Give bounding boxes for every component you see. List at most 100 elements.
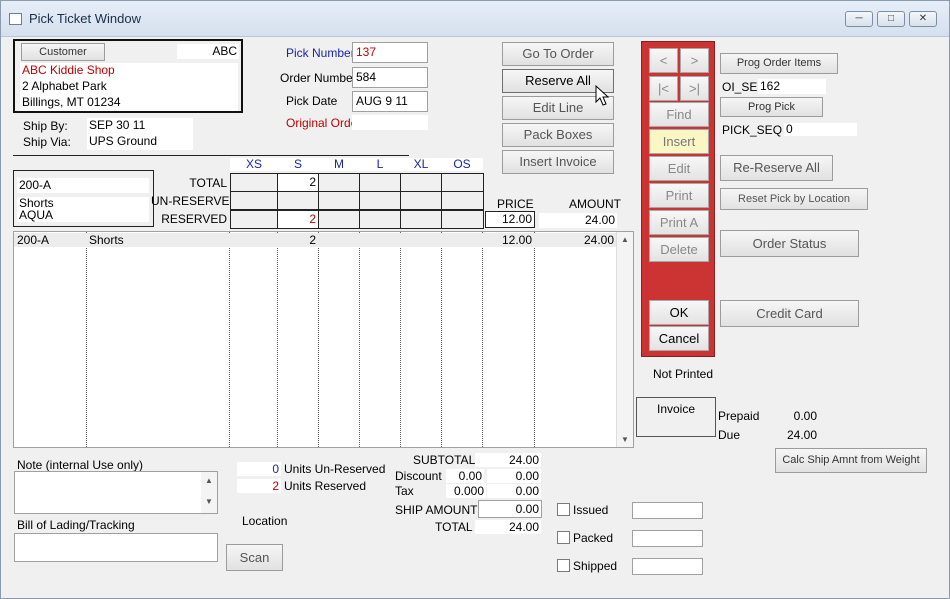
- scroll-up-icon[interactable]: ▲: [617, 235, 633, 244]
- issued-checkbox[interactable]: [557, 503, 570, 516]
- line-style: 200-A: [17, 233, 50, 247]
- total-qty-s[interactable]: 2: [277, 173, 320, 192]
- edit-button[interactable]: Edit: [649, 156, 709, 181]
- customer-code[interactable]: ABC: [177, 44, 239, 59]
- discount-label: Discount: [395, 469, 442, 483]
- note-scroll-down-icon[interactable]: ▼: [201, 497, 217, 506]
- prog-pick-button[interactable]: Prog Pick: [720, 97, 823, 117]
- find-button[interactable]: Find: [649, 102, 709, 127]
- re-reserve-all-button[interactable]: Re-Reserve All: [720, 155, 833, 181]
- last-record-button[interactable]: >|: [680, 76, 709, 101]
- reserved-qty-s[interactable]: 2: [277, 210, 320, 229]
- print-button[interactable]: Print: [649, 183, 709, 208]
- total-qty-os[interactable]: [441, 173, 484, 192]
- column-divider: [400, 232, 401, 447]
- ok-button[interactable]: OK: [649, 300, 709, 325]
- credit-card-button[interactable]: Credit Card: [720, 300, 859, 327]
- reserved-qty-l[interactable]: [359, 210, 402, 229]
- pick-number-field[interactable]: 137: [352, 42, 428, 63]
- delete-button[interactable]: Delete: [649, 237, 709, 262]
- note-textarea[interactable]: ▲ ▼: [14, 471, 218, 514]
- previous-record-button[interactable]: <: [649, 48, 678, 73]
- unreserved-qty-s[interactable]: [277, 191, 320, 210]
- reserved-row-label: RESERVED: [161, 212, 227, 226]
- discount-percent[interactable]: 0.00: [446, 469, 484, 483]
- pick-number-label: Pick Number: [286, 46, 355, 60]
- minimize-button[interactable]: ─: [845, 11, 873, 27]
- line-items-list[interactable]: 200-A Shorts 2 12.00 24.00 ▲ ▼: [13, 231, 634, 448]
- unreserved-qty-l[interactable]: [359, 191, 402, 210]
- cancel-button[interactable]: Cancel: [649, 326, 709, 351]
- tax-rate[interactable]: 0.000: [446, 484, 486, 498]
- reserved-qty-xl[interactable]: [400, 210, 443, 229]
- customer-address-2[interactable]: Billings, MT 01234: [20, 95, 238, 111]
- packed-date-field[interactable]: [632, 530, 703, 547]
- table-row[interactable]: 200-A Shorts 2 12.00 24.00: [14, 233, 616, 247]
- amount-label: AMOUNT: [569, 197, 621, 211]
- unreserved-qty-os[interactable]: [441, 191, 484, 210]
- insert-invoice-button[interactable]: Insert Invoice: [502, 150, 614, 174]
- order-status-button[interactable]: Order Status: [720, 230, 859, 257]
- go-to-order-button[interactable]: Go To Order: [502, 42, 614, 66]
- invoice-box[interactable]: Invoice: [636, 397, 716, 437]
- customer-address-1[interactable]: 2 Alphabet Park: [20, 79, 238, 95]
- due-value: 24.00: [786, 428, 817, 442]
- item-color[interactable]: AQUA: [17, 209, 149, 222]
- total-qty-xl[interactable]: [400, 173, 443, 192]
- order-number-field[interactable]: 584: [352, 67, 428, 88]
- unreserved-qty-xs[interactable]: [230, 191, 279, 210]
- ship-by-field[interactable]: SEP 30 11: [87, 118, 193, 134]
- print-a-button[interactable]: Print A: [649, 210, 709, 235]
- customer-name[interactable]: ABC Kiddie Shop: [20, 63, 238, 79]
- reserved-qty-m[interactable]: [318, 210, 361, 229]
- size-header-os: OS: [441, 158, 483, 171]
- pick-date-field[interactable]: AUG 9 11: [352, 91, 428, 112]
- reserved-qty-xs[interactable]: [230, 210, 279, 229]
- scan-button[interactable]: Scan: [226, 544, 283, 571]
- record-navigation-panel: < > |< >| Find Insert Edit Print Print A…: [641, 41, 715, 357]
- note-scroll-up-icon[interactable]: ▲: [201, 476, 217, 485]
- reserved-qty-os[interactable]: [441, 210, 484, 229]
- unreserved-qty-xl[interactable]: [400, 191, 443, 210]
- scroll-down-icon[interactable]: ▼: [617, 435, 633, 444]
- price-field[interactable]: 12.00: [485, 211, 535, 228]
- total-qty-m[interactable]: [318, 173, 361, 192]
- maximize-button[interactable]: □: [877, 11, 905, 27]
- pack-boxes-button[interactable]: Pack Boxes: [502, 123, 614, 147]
- item-style[interactable]: 200-A: [17, 178, 149, 193]
- insert-button[interactable]: Insert: [649, 129, 709, 154]
- close-button[interactable]: ✕: [909, 11, 937, 27]
- prog-order-items-button[interactable]: Prog Order Items: [720, 53, 838, 74]
- list-scrollbar[interactable]: ▲ ▼: [616, 232, 633, 447]
- packed-checkbox[interactable]: [557, 531, 570, 544]
- first-record-button[interactable]: |<: [649, 76, 678, 101]
- oi-se-field[interactable]: 162: [758, 79, 826, 94]
- ship-by-label: Ship By:: [23, 119, 68, 133]
- subtotal-label: SUBTOTAL: [413, 453, 476, 467]
- pick-date-label: Pick Date: [286, 94, 338, 108]
- shipped-checkbox[interactable]: [557, 559, 570, 572]
- units-unreserved-count: 0: [237, 462, 281, 476]
- next-record-button[interactable]: >: [680, 48, 709, 73]
- line-description: Shorts: [89, 233, 124, 247]
- section-divider: [13, 155, 409, 156]
- issued-date-field[interactable]: [632, 502, 703, 519]
- calc-ship-amount-button[interactable]: Calc Ship Amnt from Weight: [775, 448, 927, 473]
- total-qty-l[interactable]: [359, 173, 402, 192]
- maximize-icon: □: [887, 13, 895, 24]
- pick-seq-field[interactable]: 0: [784, 123, 857, 136]
- total-qty-xs[interactable]: [230, 173, 279, 192]
- packed-label: Packed: [573, 531, 614, 545]
- unreserved-qty-m[interactable]: [318, 191, 361, 210]
- original-order-field[interactable]: [352, 115, 428, 130]
- size-header-m: M: [318, 158, 360, 171]
- ship-amount-field[interactable]: 0.00: [478, 500, 542, 518]
- size-header-xl: XL: [400, 158, 442, 171]
- customer-button[interactable]: Customer: [21, 43, 105, 61]
- bill-of-lading-field[interactable]: [14, 533, 218, 562]
- discount-value: 0.00: [487, 469, 541, 483]
- prepaid-value: 0.00: [793, 409, 817, 423]
- shipped-date-field[interactable]: [632, 558, 703, 575]
- reset-pick-by-location-button[interactable]: Reset Pick by Location: [720, 188, 868, 210]
- ship-via-field[interactable]: UPS Ground: [87, 134, 193, 150]
